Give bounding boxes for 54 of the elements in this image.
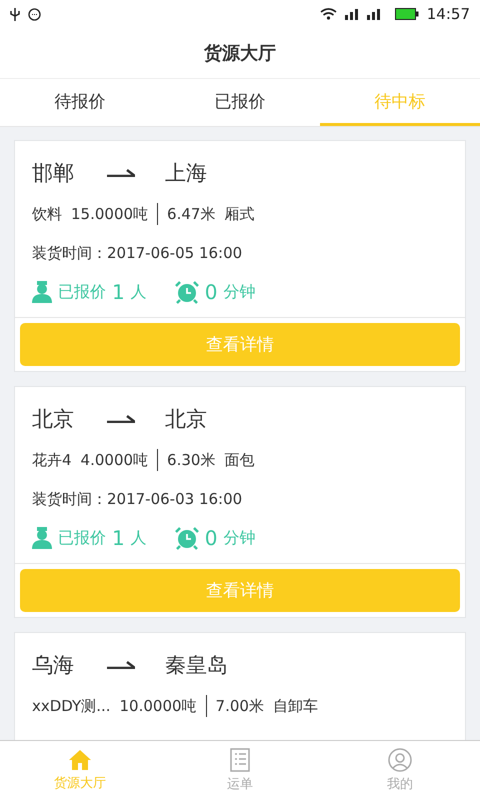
quoted-count: 1 [112,526,125,550]
truck-length: 6.30米 [167,450,216,470]
list-icon [228,748,252,772]
cargo-name: xxDDY测... [32,696,111,716]
message-icon [28,8,41,20]
truck-length: 7.00米 [216,696,264,716]
cargo-weight: 15.0000吨 [71,204,148,224]
person-icon [32,527,52,549]
origin-city: 北京 [32,406,74,433]
alarm-clock-icon [174,526,199,550]
cargo-weight: 4.0000吨 [80,450,148,470]
nav-label: 运单 [227,776,253,793]
origin-city: 邯郸 [32,160,74,187]
usb-icon [10,8,20,20]
minutes-unit: 分钟 [223,282,256,302]
truck-type: 厢式 [224,204,254,224]
cargo-name: 饮料 [32,204,62,224]
truck-type: 面包 [224,450,254,470]
load-time: 装货时间：2017-06-03 16:00 [32,488,244,510]
destination-city: 上海 [165,160,207,187]
status-time: 14:57 [426,5,470,23]
load-time: 装货时间：2017-06-05 16:00 [32,242,244,264]
wifi-icon [320,8,337,20]
nav-item[interactable]: 运单 [160,741,320,800]
alarm-clock-icon [174,280,199,304]
tab[interactable]: 待报价 [0,79,160,126]
destination-city: 北京 [165,406,207,433]
home-icon [68,749,92,771]
tab[interactable]: 已报价 [160,79,320,126]
tab[interactable]: 待中标 [320,79,480,126]
person-icon [388,748,412,772]
nav-label: 货源大厅 [54,775,106,792]
origin-city: 乌海 [32,652,74,679]
minutes-value: 0 [204,526,218,550]
quoted-unit: 人 [130,282,147,302]
nav-item[interactable]: 我的 [320,741,480,800]
cargo-weight: 10.0000吨 [120,696,197,716]
battery-icon [394,8,419,20]
truck-length: 6.47米 [167,204,216,224]
page-title: 货源大厅 [204,42,276,65]
cargo-name: 花卉4 [32,450,72,470]
quoted-count: 1 [112,280,125,304]
nav-label: 我的 [387,776,413,793]
details-button[interactable]: 查看详情 [20,569,460,612]
nav-item[interactable]: 货源大厅 [0,741,160,800]
quoted-unit: 人 [130,528,147,548]
quoted-label: 已报价 [58,528,106,548]
truck-type: 自卸车 [272,696,318,716]
details-button[interactable]: 查看详情 [20,323,460,366]
minutes-unit: 分钟 [223,528,256,548]
minutes-value: 0 [204,280,218,304]
destination-city: 秦皇岛 [165,652,228,679]
person-icon [32,281,52,303]
quoted-label: 已报价 [58,282,106,302]
